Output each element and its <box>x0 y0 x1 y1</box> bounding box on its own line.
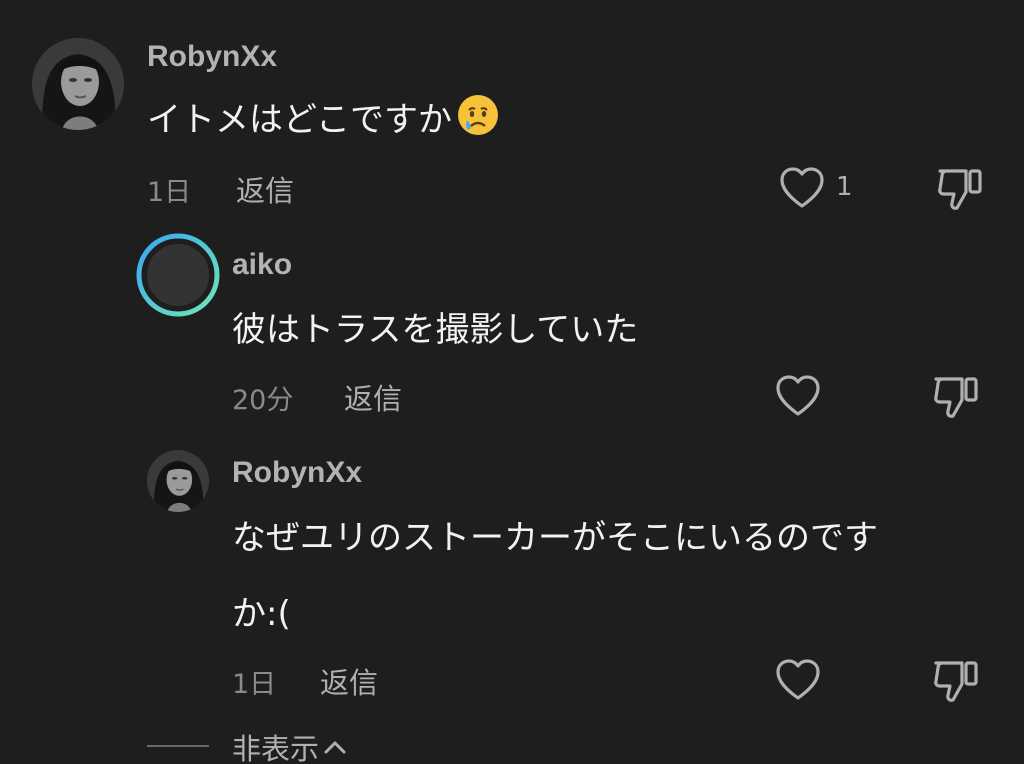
like-count: 1 <box>836 172 853 202</box>
heart-outline-icon[interactable] <box>778 166 826 210</box>
reply-button[interactable]: 返信 <box>320 660 378 702</box>
reply-button[interactable]: 返信 <box>344 376 402 418</box>
username[interactable]: aiko <box>232 248 292 282</box>
username[interactable]: RobynXx <box>147 40 277 74</box>
thumbs-down-outline-icon[interactable] <box>932 374 980 420</box>
crying-face-emoji-icon <box>456 93 500 146</box>
heart-outline-icon[interactable] <box>774 374 822 418</box>
comment-text-line-2: か:( <box>232 594 291 634</box>
chevron-up-icon <box>323 728 347 762</box>
thumbs-down-outline-icon[interactable] <box>936 166 984 212</box>
comment-text-content: イトメはどこですか <box>147 100 452 140</box>
comment-timestamp: 1日 <box>147 177 192 208</box>
heart-outline-icon[interactable] <box>774 658 822 702</box>
reply-button[interactable]: 返信 <box>236 168 294 210</box>
avatar-story-ring[interactable] <box>136 233 220 317</box>
thumbs-down-outline-icon[interactable] <box>932 658 980 704</box>
avatar[interactable] <box>32 38 124 130</box>
username[interactable]: RobynXx <box>232 456 362 490</box>
comment-text: イトメはどこですか <box>147 92 500 146</box>
divider <box>147 745 209 747</box>
comment-text-line-1: なぜユリのストーカーがそこにいるのです <box>232 518 878 558</box>
avatar[interactable] <box>147 450 209 512</box>
comment-timestamp: 20分 <box>232 385 294 416</box>
comment-thread: RobynXx イトメはどこですか 1日 返信 1 aiko 彼はトラスを撮影し… <box>0 0 1024 764</box>
comment-text: 彼はトラスを撮影していた <box>232 310 639 350</box>
hide-replies-button[interactable]: 非表示 <box>232 726 347 764</box>
hide-replies-label: 非表示 <box>232 732 320 764</box>
comment-timestamp: 1日 <box>232 669 277 700</box>
